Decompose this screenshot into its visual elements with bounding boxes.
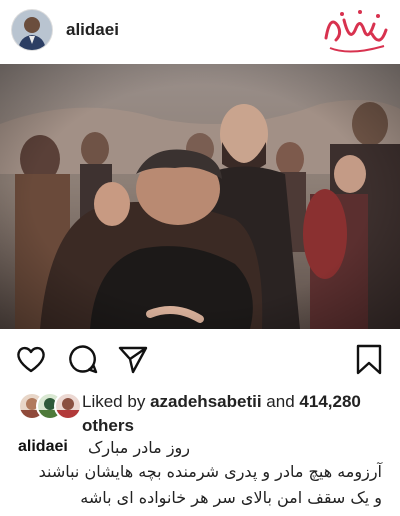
comment-icon[interactable] — [66, 342, 100, 376]
likes-conjunction: and — [266, 392, 295, 411]
caption-username[interactable]: alidaei — [18, 438, 68, 456]
liker-avatar[interactable] — [54, 392, 82, 420]
watermark-logo — [320, 4, 392, 58]
caption-line-1: روز مادر مبارک — [88, 438, 190, 457]
paper-plane-icon[interactable] — [116, 342, 150, 376]
likes-suffix[interactable]: others — [82, 416, 134, 435]
liker-username[interactable]: azadehsabetii — [150, 392, 262, 411]
action-bar — [0, 338, 400, 378]
caption-line-3: و یک سقف امن بالای سر هر خانواده ای باشه — [80, 488, 382, 507]
avatar[interactable] — [12, 10, 52, 50]
caption-line-2: آرزومه هیچ مادر و پدری شرمنده بچه هایشان… — [38, 462, 382, 481]
likes-summary: Liked by azadehsabetii and 414,280 other… — [82, 390, 392, 438]
likes-prefix: Liked by — [82, 392, 146, 411]
post-photo[interactable] — [0, 64, 400, 329]
post-username[interactable]: alidaei — [66, 20, 119, 40]
bookmark-icon[interactable] — [352, 342, 386, 376]
likes-section: Liked by azadehsabetii and 414,280 other… — [0, 388, 400, 438]
caption: alidaei روز مادر مبارک آرزومه هیچ مادر و… — [0, 438, 400, 516]
heart-icon[interactable] — [14, 342, 48, 376]
likes-count[interactable]: 414,280 — [299, 392, 360, 411]
post-header: alidaei — [0, 0, 400, 62]
